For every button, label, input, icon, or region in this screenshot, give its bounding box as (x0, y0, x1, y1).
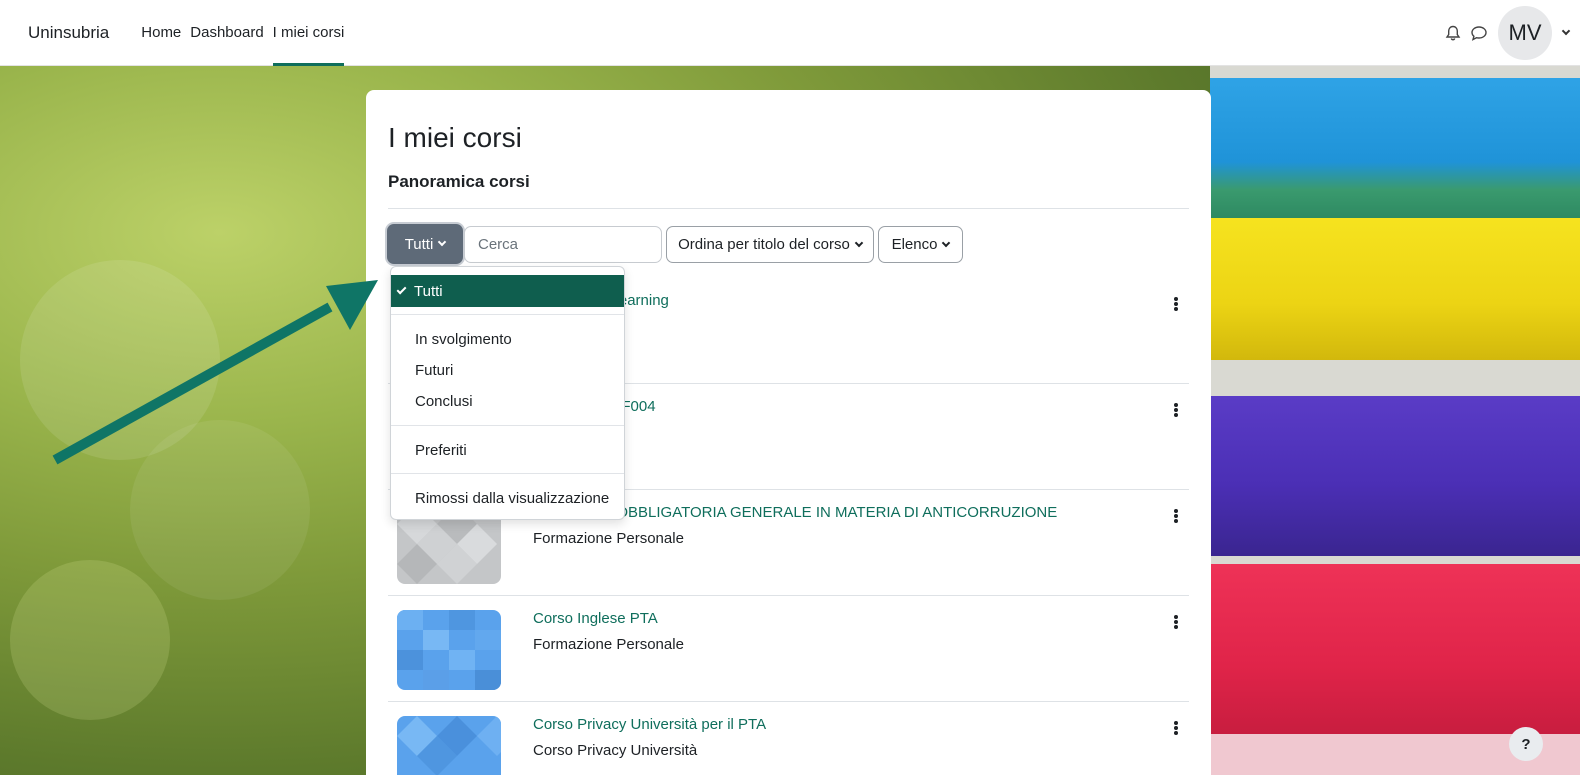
view-dropdown-button[interactable]: Elenco (878, 226, 963, 263)
purple-pencil (1210, 396, 1580, 556)
red-pencil (1210, 564, 1580, 734)
course-actions-kebab-icon[interactable] (1171, 294, 1181, 314)
dropdown-item-hidden[interactable]: Rimossi dalla visualizzazione (391, 482, 624, 514)
pencils-background (1210, 66, 1580, 775)
chevron-down-icon[interactable] (1552, 26, 1580, 36)
course-image[interactable] (397, 610, 501, 690)
view-label: Elenco (891, 236, 938, 253)
course-item: Corso Inglese PTA Formazione Personale (388, 596, 1189, 702)
nav-link-home[interactable]: Home (141, 0, 181, 66)
dropdown-divider (391, 473, 624, 474)
filter-label: Tutti (404, 235, 434, 253)
dropdown-item-past[interactable]: Conclusi (391, 385, 624, 417)
bokeh-circle (130, 420, 310, 600)
search-input[interactable] (464, 226, 662, 263)
chevron-down-icon (438, 237, 447, 247)
course-image[interactable] (397, 716, 501, 775)
course-name-link[interactable]: Corso Inglese PTA (533, 610, 658, 627)
dropdown-divider (391, 425, 624, 426)
chevron-down-icon (942, 238, 951, 247)
course-category: Corso Privacy Università (533, 742, 698, 759)
dropdown-item-favourites[interactable]: Preferiti (391, 434, 624, 466)
dropdown-item-in-progress[interactable]: In svolgimento (391, 323, 624, 355)
help-button[interactable]: ? (1509, 727, 1543, 761)
navbar-user-area: MV (1440, 0, 1580, 66)
course-actions-kebab-icon[interactable] (1171, 506, 1181, 526)
dropdown-item-all[interactable]: Tutti (391, 275, 624, 307)
sort-dropdown-button[interactable]: Ordina per titolo del corso (666, 226, 874, 263)
dropdown-item-label: Tutti (414, 282, 443, 300)
course-actions-kebab-icon[interactable] (1171, 400, 1181, 420)
nav-link-my-courses[interactable]: I miei corsi (272, 0, 344, 66)
course-actions-kebab-icon[interactable] (1171, 718, 1181, 738)
course-item: Corso Privacy Università per il PTA Cors… (388, 702, 1189, 775)
chevron-down-icon (854, 238, 864, 247)
sort-label: Ordina per titolo del corso (678, 236, 850, 253)
nav-link-dashboard[interactable]: Dashboard (190, 0, 263, 66)
dropdown-divider (391, 314, 624, 315)
filter-dropdown-menu: Tutti In svolgimento Futuri Conclusi Pre… (390, 266, 625, 520)
blue-pencil (1210, 78, 1580, 218)
top-navbar: Uninsubria Home Dashboard I miei corsi M… (0, 0, 1580, 66)
bokeh-circle (10, 560, 170, 720)
divider (388, 208, 1189, 209)
course-name-link[interactable]: Corso Privacy Università per il PTA (533, 716, 766, 733)
page-title: I miei corsi (388, 122, 522, 153)
user-avatar[interactable]: MV (1498, 6, 1552, 60)
course-category: Formazione Personale (533, 636, 684, 653)
checkmark-icon (396, 284, 407, 295)
yellow-pencil (1210, 218, 1580, 360)
course-actions-kebab-icon[interactable] (1171, 612, 1181, 632)
dropdown-item-future[interactable]: Futuri (391, 354, 624, 386)
chat-icon[interactable] (1466, 20, 1492, 46)
section-title: Panoramica corsi (388, 172, 530, 191)
site-brand[interactable]: Uninsubria (28, 23, 109, 43)
filter-dropdown-button[interactable]: Tutti (387, 224, 463, 264)
course-category: Formazione Personale (533, 530, 684, 547)
bell-icon[interactable] (1440, 20, 1466, 46)
